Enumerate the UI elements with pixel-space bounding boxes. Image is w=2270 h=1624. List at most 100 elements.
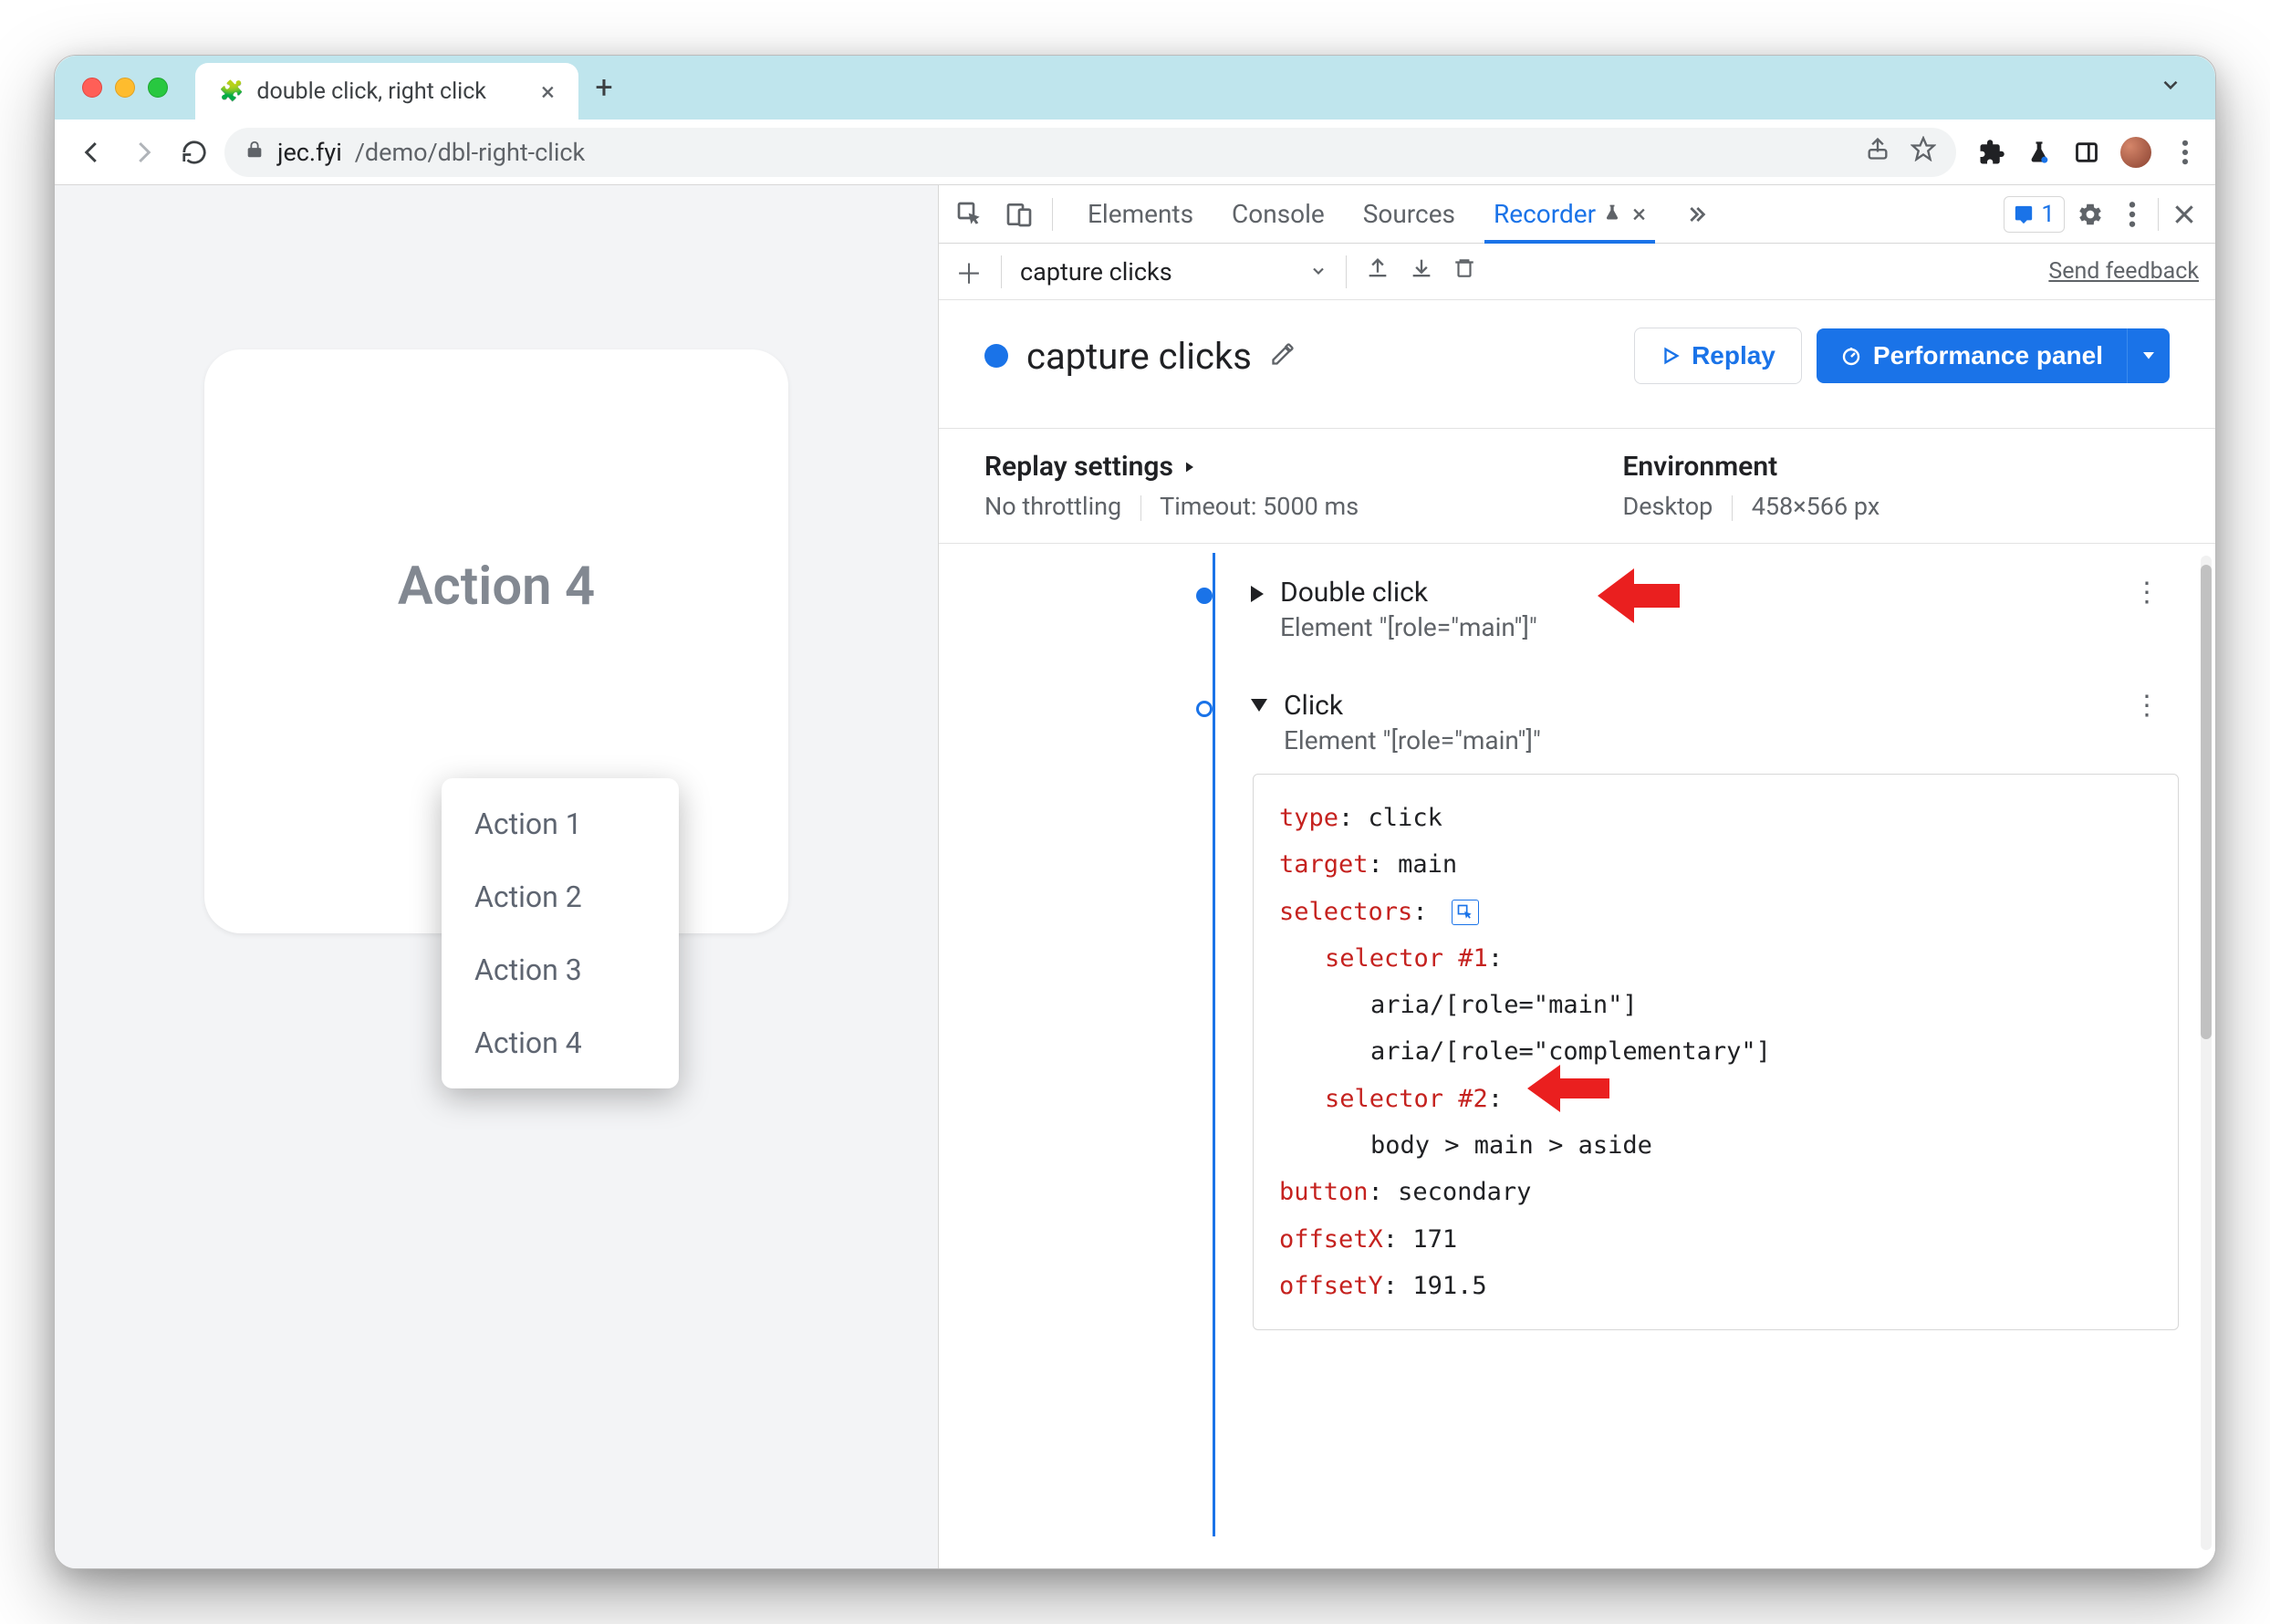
maximize-window-button[interactable] [148,78,168,98]
throttling-value: No throttling [984,492,1121,521]
issues-button[interactable]: 1 [2004,196,2065,233]
context-menu-item[interactable]: Action 3 [442,933,679,1006]
step-details: type: click target: main selectors: sele… [1253,774,2179,1330]
context-menu-item[interactable]: Action 4 [442,1006,679,1079]
step-title[interactable]: Click [1284,690,1541,722]
detail-value[interactable]: main [1398,850,1457,879]
tab-close-icon[interactable]: × [1632,199,1646,229]
devtools-tab-elements[interactable]: Elements [1082,185,1199,244]
send-feedback-link[interactable]: Send feedback [2048,258,2199,285]
detail-key: offsetX [1279,1225,1383,1254]
experimental-beaker-icon [1603,199,1621,229]
demo-card[interactable]: Action 4 Action 1 Action 2 Action 3 Acti… [204,349,788,933]
settings-row: Replay settings No throttling Timeout: 5… [939,428,2215,544]
devtools-tab-recorder-label: Recorder [1494,199,1596,229]
detail-key: button [1279,1178,1369,1206]
panel-icon[interactable] [2073,139,2100,166]
step-click: Click Element "[role="main"]" ⋮ type: cl… [1205,666,2179,1354]
url-path: /demo/dbl-right-click [355,138,585,167]
devtools-panel: Elements Console Sources Recorder × [938,185,2215,1568]
new-recording-button[interactable]: ＋ [955,252,983,292]
issues-count: 1 [2041,201,2055,228]
detail-key: selectors [1279,898,1412,926]
tab-close-button[interactable]: × [541,77,555,107]
titlebar: 🧩 double click, right click × + [55,56,2215,120]
replay-button[interactable]: Replay [1634,328,1802,384]
device-toggle-icon[interactable] [1003,198,1036,231]
import-icon[interactable] [1409,255,1434,287]
replay-button-label: Replay [1692,341,1775,370]
performance-panel-dropdown[interactable] [2127,328,2170,383]
address-bar[interactable]: jec.fyi/demo/dbl-right-click [224,128,1956,177]
detail-value[interactable]: secondary [1398,1178,1531,1206]
new-tab-button[interactable]: + [578,69,630,106]
devtools-tab-recorder[interactable]: Recorder × [1488,185,1651,244]
context-menu: Action 1 Action 2 Action 3 Action 4 [442,778,679,1088]
collapse-step-icon[interactable] [1251,699,1267,712]
timeout-value: Timeout: 5000 ms [1160,492,1359,521]
bookmark-icon[interactable] [1911,136,1936,168]
step-menu-icon[interactable]: ⋮ [2133,577,2179,609]
replay-settings-heading[interactable]: Replay settings [984,451,1532,483]
settings-gear-icon[interactable] [2074,198,2107,231]
forward-button[interactable] [122,131,164,173]
back-button[interactable] [71,131,113,173]
edit-title-icon[interactable] [1270,341,1296,370]
performance-panel-label: Performance panel [1873,341,2103,370]
url-host: jec.fyi [277,138,342,167]
environment-device: Desktop [1623,492,1713,521]
recording-status-dot-icon [984,344,1008,368]
close-window-button[interactable] [82,78,102,98]
environment-heading: Environment [1623,451,2171,483]
context-menu-item[interactable]: Action 1 [442,787,679,860]
pick-selector-icon[interactable] [1452,900,1479,925]
inspect-element-icon[interactable] [953,198,986,231]
export-icon[interactable] [1365,255,1390,287]
detail-key: type [1279,804,1338,832]
detail-value[interactable]: click [1369,804,1442,832]
step-double-click: Double click Element "[role="main"]" ⋮ [1205,553,2179,666]
lock-icon [245,140,265,165]
page-viewport[interactable]: Action 4 Action 1 Action 2 Action 3 Acti… [55,185,938,1568]
detail-key: selector #2 [1325,1085,1488,1113]
tabstrip-chevron-icon[interactable] [2159,73,2182,102]
expand-step-icon[interactable] [1251,586,1264,602]
step-marker-icon [1196,588,1213,604]
step-menu-icon[interactable]: ⋮ [2133,690,2179,722]
profile-avatar[interactable] [2120,137,2151,168]
extensions-icon[interactable] [1978,139,2005,166]
recorder-toolbar: ＋ capture clicks Send fe [939,244,2215,300]
share-icon[interactable] [1865,136,1890,168]
annotation-arrow-icon [1527,1061,1609,1116]
steps-timeline: Double click Element "[role="main"]" ⋮ [939,553,2215,1354]
devtools-tab-sources[interactable]: Sources [1358,185,1461,244]
environment-label: Environment [1623,451,1778,483]
browser-tab[interactable]: 🧩 double click, right click × [195,63,578,120]
step-marker-icon [1196,701,1213,717]
devtools-close-icon[interactable] [2168,198,2201,231]
step-subtitle: Element "[role="main"]" [1280,612,1537,642]
context-menu-item[interactable]: Action 2 [442,860,679,933]
delete-icon[interactable] [1453,255,1476,287]
detail-value[interactable]: 171 [1412,1225,1457,1254]
step-title[interactable]: Double click [1280,577,1537,609]
chrome-menu-icon[interactable] [2171,139,2199,166]
detail-value[interactable]: 191.5 [1412,1272,1486,1300]
detail-value[interactable]: aria/[role="main"] [1370,991,1638,1019]
recording-title: capture clicks [1026,335,1252,378]
scrollbar-thumb[interactable] [2201,565,2212,1039]
detail-value[interactable]: body > main > aside [1370,1131,1652,1160]
recorder-body: Replay settings No throttling Timeout: 5… [939,401,2215,1568]
toolbar: jec.fyi/demo/dbl-right-click [55,120,2215,185]
step-subtitle: Element "[role="main"]" [1284,725,1541,755]
devtools-menu-icon[interactable] [2116,198,2149,231]
detail-key: offsetY [1279,1272,1383,1300]
performance-panel-button[interactable]: Performance panel [1817,328,2127,383]
minimize-window-button[interactable] [115,78,135,98]
beaker-icon[interactable] [2025,139,2053,166]
recording-selector-label: capture clicks [1020,257,1172,286]
devtools-tab-console[interactable]: Console [1226,185,1330,244]
recording-selector[interactable]: capture clicks [1020,257,1328,286]
more-tabs-chevron-icon[interactable] [1679,198,1712,231]
reload-button[interactable] [173,131,215,173]
